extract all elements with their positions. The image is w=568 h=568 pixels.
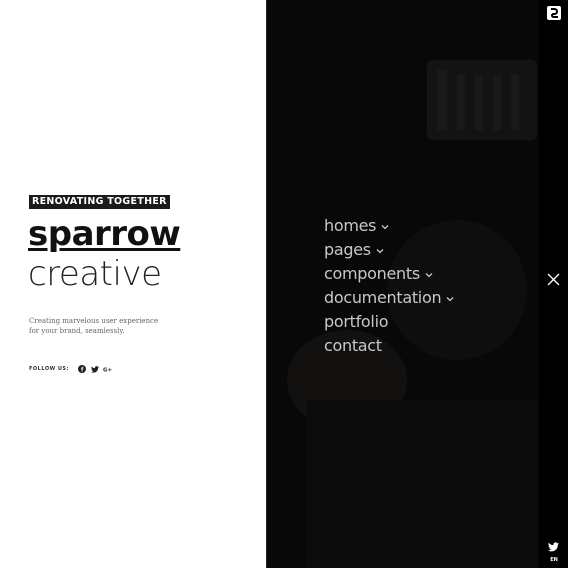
follow-us-label: FOLLOW US: [29, 366, 70, 372]
svg-text:G+: G+ [103, 367, 113, 373]
nav-item-label: components [324, 263, 420, 283]
nav-item-label: contact [324, 335, 382, 355]
hero-description: Creating marvelous user experience for y… [29, 317, 159, 335]
facebook-icon[interactable] [77, 364, 87, 374]
nav-item-components[interactable]: components [324, 261, 455, 285]
nav-item-homes[interactable]: homes [324, 213, 455, 237]
close-icon[interactable] [547, 273, 560, 286]
google-plus-icon[interactable]: G+ [103, 364, 113, 374]
twitter-icon[interactable] [548, 542, 559, 552]
tagline-badge: RENOVATING TOGETHER [29, 195, 170, 209]
follow-us-row: FOLLOW US: G+ [29, 364, 116, 374]
main-navigation: homes pages components documentation por… [324, 213, 455, 357]
nav-item-contact[interactable]: contact [324, 333, 455, 357]
nav-item-label: pages [324, 239, 371, 259]
twitter-icon[interactable] [90, 364, 100, 374]
chevron-down-icon [381, 224, 389, 229]
chevron-down-icon [425, 272, 433, 277]
nav-item-label: documentation [324, 287, 442, 307]
nav-item-pages[interactable]: pages [324, 237, 455, 261]
nav-item-label: homes [324, 215, 377, 235]
chevron-down-icon [446, 296, 454, 301]
nav-item-label: portfolio [324, 311, 389, 331]
left-panel: RENOVATING TOGETHER sparrow creative Cre… [0, 0, 266, 568]
brand-logo-icon[interactable] [547, 6, 561, 20]
language-switcher[interactable]: EN [546, 557, 562, 563]
chevron-down-icon [376, 248, 384, 253]
brand-name-line2: creative [28, 254, 162, 294]
brand-name-line1[interactable]: sparrow [28, 212, 181, 256]
nav-item-documentation[interactable]: documentation [324, 285, 455, 309]
nav-item-portfolio[interactable]: portfolio [324, 309, 455, 333]
